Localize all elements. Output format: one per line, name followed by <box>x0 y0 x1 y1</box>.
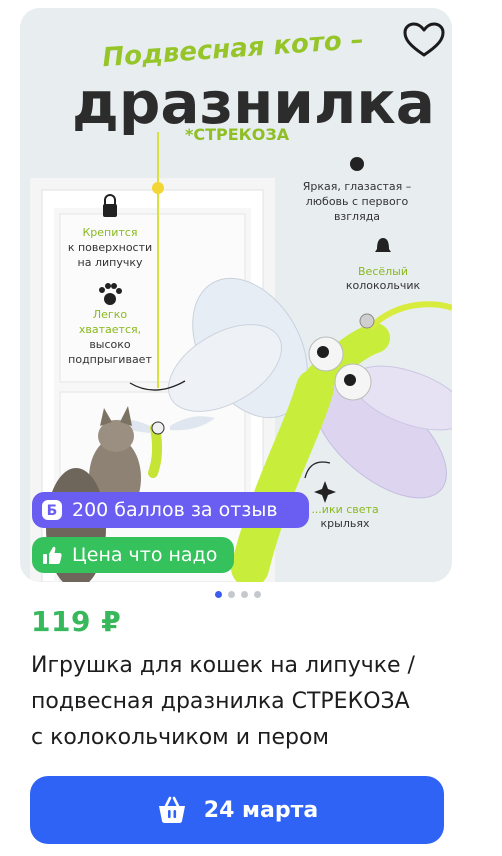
svg-text:к поверхности: к поверхности <box>68 241 152 254</box>
basket-icon <box>158 796 185 823</box>
good-price-label: Цена что надо <box>72 544 218 566</box>
svg-text:высоко: высоко <box>89 338 131 351</box>
svg-text:на липучку: на липучку <box>78 256 143 269</box>
carousel-dot[interactable] <box>228 591 235 598</box>
bonus-b-icon: Б <box>42 500 62 520</box>
svg-text:Б: Б <box>47 503 58 519</box>
svg-text:Весёлый: Весёлый <box>358 265 408 278</box>
feature-wings: ...ики света крыльях <box>311 503 378 530</box>
svg-text:взгляда: взгляда <box>334 210 380 223</box>
product-title-line: Игрушка для кошек на липучке / <box>31 653 415 678</box>
svg-text:Крепится: Крепится <box>83 226 138 239</box>
svg-text:крыльях: крыльях <box>321 517 370 530</box>
product-title-line: подвесная дразнилка СТРЕКОЗА <box>31 689 410 714</box>
product-title-line: с колокольчиком и пером <box>31 725 329 750</box>
review-bonus-badge: Б 200 баллов за отзыв <box>32 492 309 528</box>
carousel-dot[interactable] <box>254 591 261 598</box>
svg-text:колокольчик: колокольчик <box>346 279 421 292</box>
favorite-heart-icon[interactable] <box>401 18 447 64</box>
bonus-label: 200 баллов за отзыв <box>72 499 278 521</box>
svg-text:подпрыгивает: подпрыгивает <box>68 353 152 366</box>
add-to-cart-delivery-button[interactable]: 24 марта <box>30 776 444 844</box>
svg-text:любовь с первого: любовь с первого <box>306 195 409 208</box>
good-price-badge: Цена что надо <box>32 537 234 573</box>
carousel-indicator <box>215 591 261 598</box>
product-title[interactable]: Игрушка для кошек на липучке / подвесная… <box>31 648 461 756</box>
product-price: 119 ₽ <box>31 605 122 638</box>
delivery-date-label: 24 марта <box>203 797 319 823</box>
svg-text:хватается,: хватается, <box>79 323 141 336</box>
svg-text:Легко: Легко <box>93 308 127 321</box>
svg-text:...ики света: ...ики света <box>311 503 378 516</box>
image-variant-tag: *СТРЕКОЗА <box>185 125 290 144</box>
svg-text:Яркая, глазастая –: Яркая, глазастая – <box>303 180 412 193</box>
thumbs-up-icon <box>43 546 62 564</box>
carousel-dot[interactable] <box>241 591 248 598</box>
carousel-dot[interactable] <box>215 591 222 598</box>
